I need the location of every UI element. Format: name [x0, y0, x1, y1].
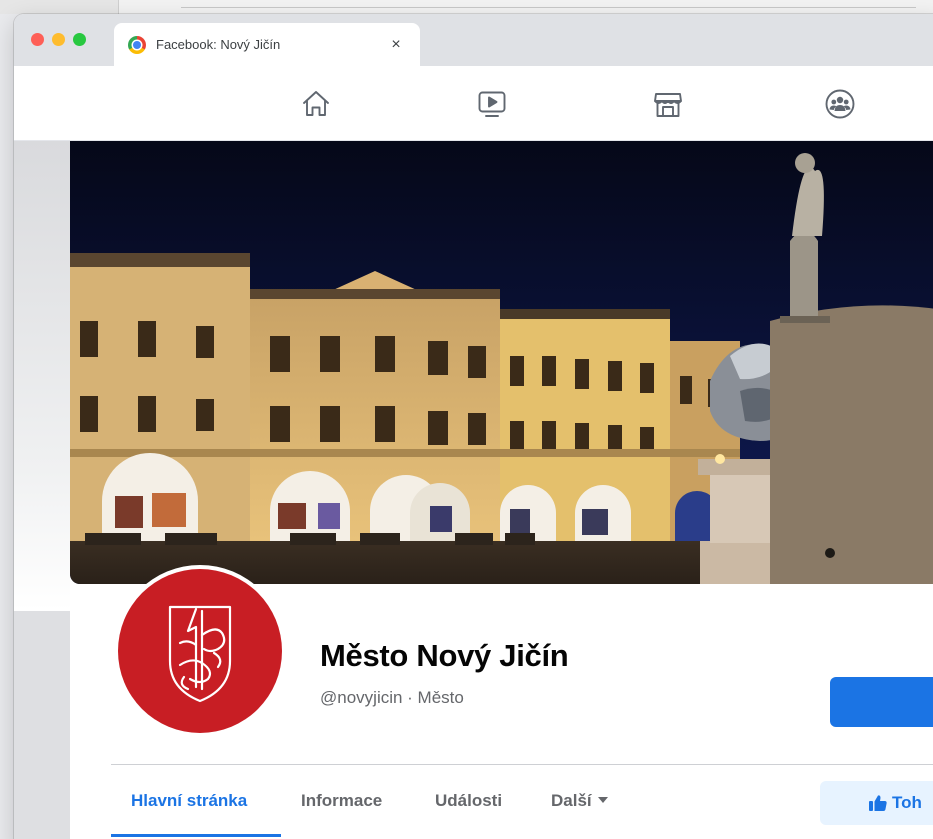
facebook-top-nav [14, 66, 933, 141]
page-content: Město Nový Jičín @novyjicin · Město Hlav… [14, 141, 933, 839]
page-tabs: Hlavní stránka Informace Události Další [111, 765, 933, 839]
background-window [118, 0, 933, 14]
marketplace-icon[interactable] [652, 88, 684, 120]
window-controls [31, 33, 86, 46]
profile-picture-frame[interactable] [114, 565, 286, 737]
page-handle: @novyjicin · Město [320, 688, 464, 707]
cover-photo-image [70, 141, 933, 584]
like-button-label: Toh [892, 793, 922, 812]
close-window-button[interactable] [31, 33, 44, 46]
page-title: Město Nový Jičín [320, 638, 569, 673]
maximize-window-button[interactable] [73, 33, 86, 46]
tab-strip: Facebook: Nový Jičín × [14, 14, 933, 66]
left-gutter [14, 141, 70, 611]
coat-of-arms-logo [168, 605, 232, 703]
tab-title: Facebook: Nový Jičín [156, 37, 281, 52]
home-icon[interactable] [300, 88, 332, 120]
primary-action-button[interactable] [830, 677, 933, 727]
close-tab-icon[interactable]: × [384, 36, 408, 54]
watch-icon[interactable] [476, 88, 508, 120]
tab-home[interactable]: Hlavní stránka [131, 791, 247, 811]
browser-window: Facebook: Nový Jičín × Město Nový Jičín … [14, 14, 933, 839]
active-tab-indicator [111, 834, 281, 837]
tab-more[interactable]: Další [551, 791, 608, 811]
tab-about[interactable]: Informace [301, 791, 382, 811]
like-button[interactable]: Toh [820, 781, 933, 825]
tab-more-label: Další [551, 791, 592, 810]
tab-events[interactable]: Události [435, 791, 502, 811]
profile-picture [118, 569, 282, 733]
cover-photo[interactable] [70, 141, 933, 584]
chrome-icon [128, 35, 146, 54]
minimize-window-button[interactable] [52, 33, 65, 46]
browser-tab[interactable]: Facebook: Nový Jičín × [114, 23, 420, 66]
groups-icon[interactable] [824, 88, 856, 120]
caret-down-icon [597, 797, 608, 803]
thumbs-up-icon [869, 795, 887, 811]
background-window-sidebar [0, 0, 118, 14]
